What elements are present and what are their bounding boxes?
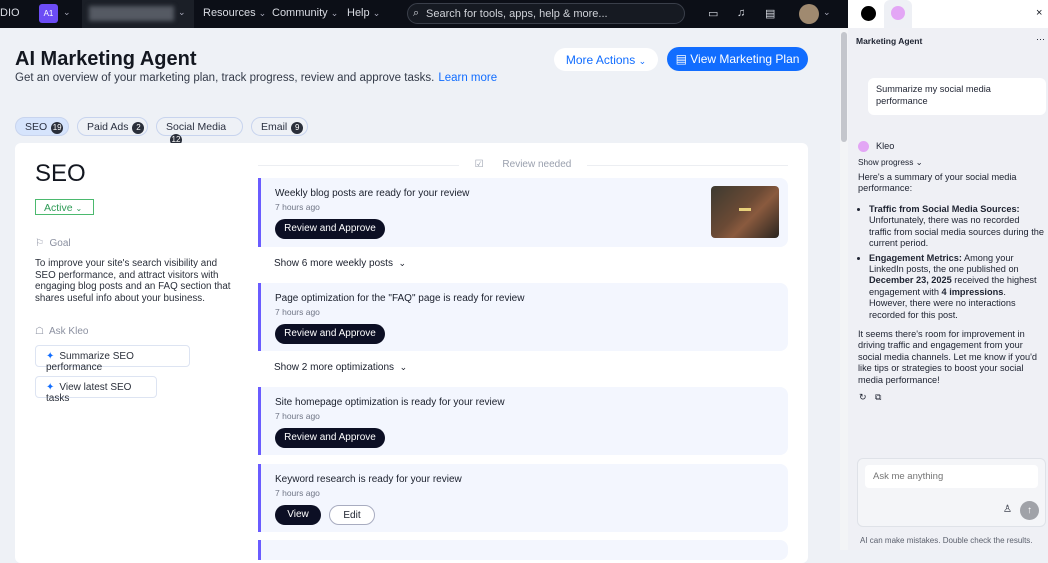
- chevron-down-icon[interactable]: ⌄: [63, 7, 71, 18]
- blog-thumbnail: [711, 186, 779, 238]
- section-title: SEO: [35, 160, 86, 187]
- chat-panel: Marketing Agent ⋯ Summarize my social me…: [848, 28, 1048, 550]
- review-approve-button[interactable]: Review and Approve: [275, 324, 385, 344]
- chat-tabs: ×: [848, 0, 1048, 28]
- task-card: [258, 540, 788, 560]
- ask-kleo-label: ☖ Ask Kleo: [35, 326, 89, 337]
- disclaimer: AI can make mistakes. Double check the r…: [860, 536, 1033, 545]
- review-icon: ☑: [466, 159, 492, 170]
- task-time: 7 hours ago: [275, 307, 320, 317]
- sparkle-icon: ✦: [46, 351, 55, 362]
- view-marketing-plan-button[interactable]: ▤ View Marketing Plan: [667, 47, 808, 71]
- plan-icon: ▤: [675, 52, 687, 66]
- flag-icon: ⚐: [35, 238, 44, 249]
- top-bar: DIO A1 ⌄ ⌄ Resources ⌄ Community ⌄ Help …: [0, 0, 848, 28]
- chevron-down-icon[interactable]: ⌄: [823, 7, 831, 18]
- list-item: Traffic from Social Media Sources: Unfor…: [869, 204, 1044, 250]
- tab-email[interactable]: Email 9: [251, 117, 308, 136]
- view-button[interactable]: View: [275, 505, 321, 525]
- review-approve-button[interactable]: Review and Approve: [275, 219, 385, 239]
- task-title: Site homepage optimization is ready for …: [275, 397, 505, 408]
- task-card: Page optimization for the "FAQ" page is …: [258, 283, 788, 351]
- more-options-icon[interactable]: ⋯: [1036, 34, 1045, 45]
- edit-button[interactable]: Edit: [329, 505, 375, 525]
- close-icon[interactable]: ×: [1036, 7, 1042, 19]
- kleo-avatar: [858, 141, 869, 152]
- summarize-seo-button[interactable]: ✦ Summarize SEO performance: [35, 345, 190, 373]
- workspace-badge[interactable]: A1: [39, 4, 58, 23]
- review-approve-button[interactable]: Review and Approve: [275, 428, 385, 448]
- search-input[interactable]: ⌕ Search for tools, apps, help & more...: [407, 3, 685, 24]
- task-card: Weekly blog posts are ready for your rev…: [258, 178, 788, 247]
- status-dropdown[interactable]: Active ⌄: [35, 199, 94, 215]
- summary-list: Traffic from Social Media Sources: Unfor…: [858, 204, 1044, 324]
- user-message: Summarize my social media performance: [868, 78, 1046, 115]
- list-item: Engagement Metrics: Among your LinkedIn …: [869, 253, 1044, 321]
- microphone-icon[interactable]: ♙: [1003, 504, 1012, 515]
- show-progress-toggle[interactable]: Show progress ⌄: [858, 157, 923, 167]
- task-card: Keyword research is ready for your revie…: [258, 464, 788, 532]
- regenerate-icon[interactable]: ↻: [859, 392, 867, 403]
- view-seo-tasks-button[interactable]: ✦ View latest SEO tasks: [35, 376, 157, 404]
- agent-intro: Here's a summary of your social media pe…: [858, 172, 1017, 194]
- kleo-tab[interactable]: [884, 0, 912, 28]
- task-title: Weekly blog posts are ready for your rev…: [275, 188, 470, 199]
- nav-help[interactable]: Help ⌄: [347, 7, 380, 19]
- ask-input[interactable]: [865, 465, 1038, 488]
- learn-more-link[interactable]: Learn more: [438, 72, 497, 84]
- tab-social-media[interactable]: Social Media12: [156, 117, 243, 146]
- chat-title: Marketing Agent: [856, 36, 923, 46]
- nav-community[interactable]: Community ⌄: [272, 7, 338, 19]
- task-time: 7 hours ago: [275, 202, 320, 212]
- news-icon[interactable]: ▤: [765, 7, 775, 20]
- send-button[interactable]: ↑: [1020, 501, 1039, 520]
- search-icon: ⌕: [413, 7, 420, 19]
- brand: DIO: [0, 7, 20, 19]
- tab-seo[interactable]: SEO 19: [15, 117, 69, 136]
- chat-bubble-icon: ☖: [35, 326, 44, 337]
- agent-outro: It seems there's room for improvement in…: [858, 329, 1037, 385]
- task-title: Keyword research is ready for your revie…: [275, 474, 462, 485]
- show-more-optimizations[interactable]: Show 2 more optimizations ⌄: [274, 362, 407, 373]
- task-title: Page optimization for the "FAQ" page is …: [275, 293, 525, 304]
- review-needed-divider: ☑ Review needed: [258, 159, 788, 170]
- nav-resources[interactable]: Resources ⌄: [203, 7, 266, 19]
- goal-label: ⚐ Goal: [35, 238, 71, 249]
- chat-icon[interactable]: ▭: [708, 7, 718, 20]
- sparkle-icon: ✦: [46, 382, 55, 393]
- agent-name: Kleo: [876, 141, 895, 151]
- page-title: AI Marketing Agent: [15, 48, 197, 70]
- tab-paid-ads[interactable]: Paid Ads 2: [77, 117, 148, 136]
- scrollbar[interactable]: [840, 28, 848, 550]
- goal-text: To improve your site's search visibility…: [35, 258, 231, 304]
- copy-icon[interactable]: ⧉: [875, 392, 882, 403]
- page-subtitle: Get an overview of your marketing plan, …: [15, 72, 498, 84]
- task-time: 7 hours ago: [275, 488, 320, 498]
- task-time: 7 hours ago: [275, 411, 320, 421]
- bell-icon[interactable]: ♫: [737, 7, 745, 19]
- avatar[interactable]: [799, 4, 819, 24]
- agent-avatar-tab[interactable]: [861, 6, 876, 21]
- more-actions-button[interactable]: More Actions ⌄: [554, 48, 658, 71]
- task-card: Site homepage optimization is ready for …: [258, 387, 788, 455]
- site-selector[interactable]: ⌄: [82, 0, 194, 28]
- show-more-weekly-posts[interactable]: Show 6 more weekly posts ⌄: [274, 258, 406, 269]
- chat-input-box: ♙ ↑: [857, 458, 1046, 527]
